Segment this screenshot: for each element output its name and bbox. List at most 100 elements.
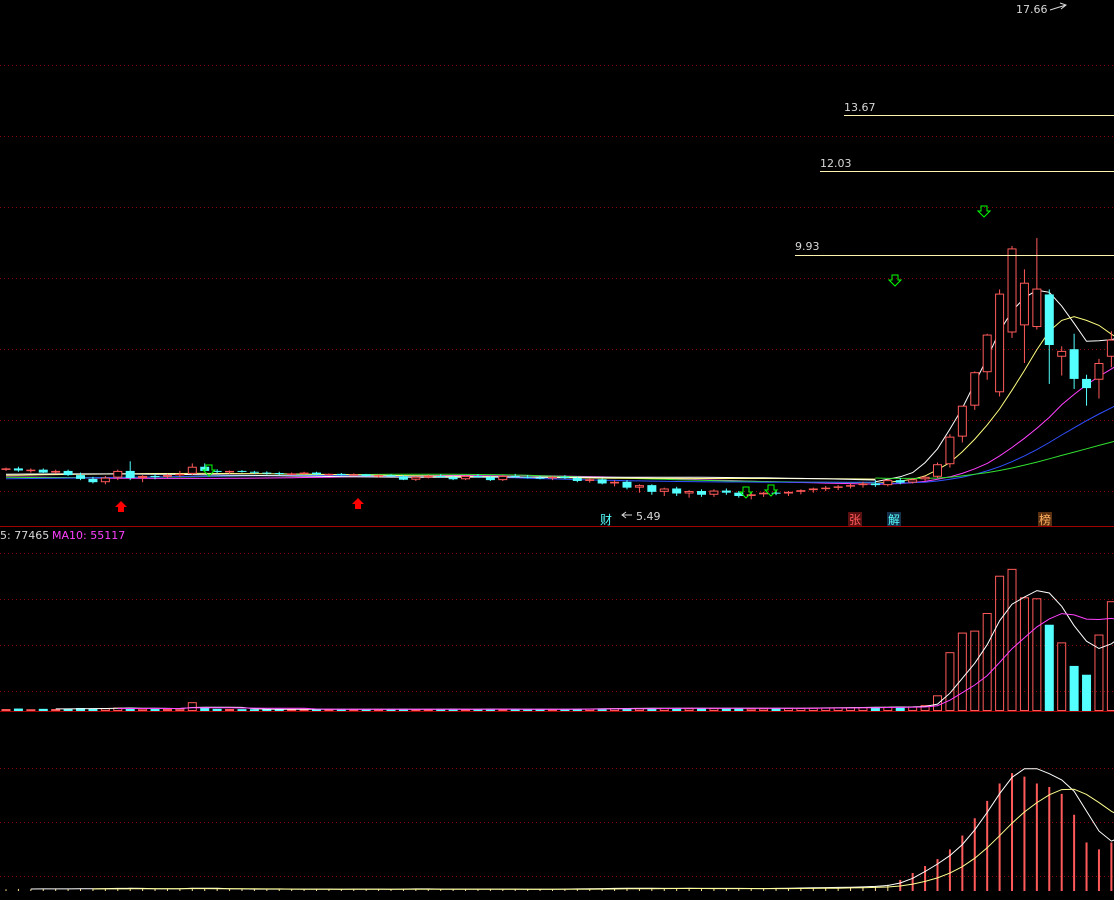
volume-bar: [287, 709, 297, 712]
candle: [597, 478, 607, 485]
price-label-low: 5.49: [636, 510, 661, 523]
price-label-993: 9.93: [795, 240, 820, 253]
volume-bar: [324, 709, 334, 712]
candle-body: [523, 476, 533, 478]
candle-body: [870, 483, 880, 486]
candle-body: [436, 475, 446, 478]
candle-body: [100, 477, 110, 483]
price-label-1367: 13.67: [844, 101, 876, 114]
candle-body: [312, 472, 321, 475]
volume-bar: [1082, 674, 1092, 711]
candle-body: [933, 464, 942, 477]
candle-body: [1044, 294, 1054, 346]
candle-body: [225, 470, 235, 473]
volume-bar: [225, 709, 235, 712]
candle-body: [26, 469, 36, 472]
candle-body: [697, 490, 707, 495]
candle-body: [957, 405, 967, 437]
volume-ma5-label: 5: 77465: [0, 529, 49, 542]
marker-cai[interactable]: 财: [600, 513, 612, 527]
candle-body: [846, 485, 856, 487]
candle-body: [858, 483, 868, 486]
candle-body: [1, 468, 11, 470]
candle-body: [138, 475, 148, 479]
marker-bang[interactable]: 榜: [1038, 512, 1052, 527]
candle-body: [485, 477, 495, 481]
candle-body: [597, 479, 607, 484]
candle-body: [622, 481, 632, 488]
candle-body: [510, 475, 520, 477]
volume-ma10-label: MA10: 55117: [52, 529, 125, 542]
volume-bar: [349, 709, 359, 712]
volume-bar: [734, 708, 744, 711]
marker-label: 解: [888, 513, 900, 527]
candle-body: [249, 471, 259, 473]
marker-label: 财: [600, 513, 612, 527]
marker-label: 榜: [1039, 512, 1051, 527]
candle-body: [88, 478, 98, 483]
volume-bar: [150, 709, 160, 711]
candle-body: [349, 474, 359, 476]
candle-body: [287, 473, 297, 475]
candle-body: [336, 473, 346, 476]
marker-zhang[interactable]: 张: [848, 512, 862, 527]
candle-body: [1069, 349, 1079, 379]
candle-body: [374, 475, 384, 477]
candle-body: [634, 485, 644, 488]
candle: [1007, 245, 1017, 338]
volume-bar: [547, 709, 557, 712]
candle-body: [883, 480, 893, 486]
candle-body: [808, 488, 818, 491]
candle-body: [945, 436, 955, 465]
candle-body: [423, 475, 433, 478]
candle-body: [38, 469, 48, 473]
candle-body: [833, 486, 843, 488]
candle: [945, 434, 955, 468]
candle-body: [920, 476, 930, 480]
candle-body: [982, 334, 992, 373]
price-label-1203: 12.03: [820, 157, 852, 170]
candle: [933, 462, 942, 479]
volume-bar: [1044, 624, 1054, 711]
candle-body: [361, 474, 371, 476]
candle-body: [1007, 248, 1017, 333]
volume-bar: [498, 709, 508, 712]
volume-bar: [423, 709, 433, 712]
candle-body: [647, 485, 657, 492]
candle-body: [411, 476, 421, 480]
candle-body: [386, 475, 396, 477]
candle-body: [759, 492, 769, 495]
candle-body: [51, 470, 61, 473]
candle-body: [1106, 339, 1114, 357]
volume-bar: [51, 709, 61, 712]
marker-label: 张: [849, 513, 861, 527]
candle-body: [461, 475, 471, 480]
candle-body: [113, 470, 123, 478]
volume-bar: [249, 709, 259, 711]
candle-body: [796, 490, 806, 492]
candle-body: [970, 372, 980, 406]
candle-body: [821, 487, 831, 490]
candle-body: [585, 479, 595, 481]
candle-body: [448, 477, 458, 480]
candle-body: [895, 480, 905, 483]
candle-body: [76, 475, 86, 479]
volume-bar: [237, 709, 247, 711]
candle-body: [1082, 378, 1092, 389]
volume-bar: [1069, 665, 1079, 711]
candle-body: [1019, 282, 1029, 326]
candle-body: [709, 490, 719, 495]
candle-body: [162, 475, 172, 477]
candle-body: [560, 476, 570, 479]
candle-body: [125, 470, 135, 479]
candle-body: [684, 490, 694, 494]
stock-chart[interactable]: 17.66 13.67 12.03 9.93 5.49 财 张 解 榜 5: 7…: [0, 0, 1114, 900]
candle-body: [572, 478, 582, 481]
candle-body: [783, 491, 793, 494]
candle: [970, 371, 980, 410]
volume-bar: [374, 709, 384, 712]
volume-bar: [212, 708, 222, 711]
candle-body: [995, 293, 1005, 393]
marker-jie[interactable]: 解: [887, 512, 901, 527]
candle-body: [498, 475, 508, 481]
